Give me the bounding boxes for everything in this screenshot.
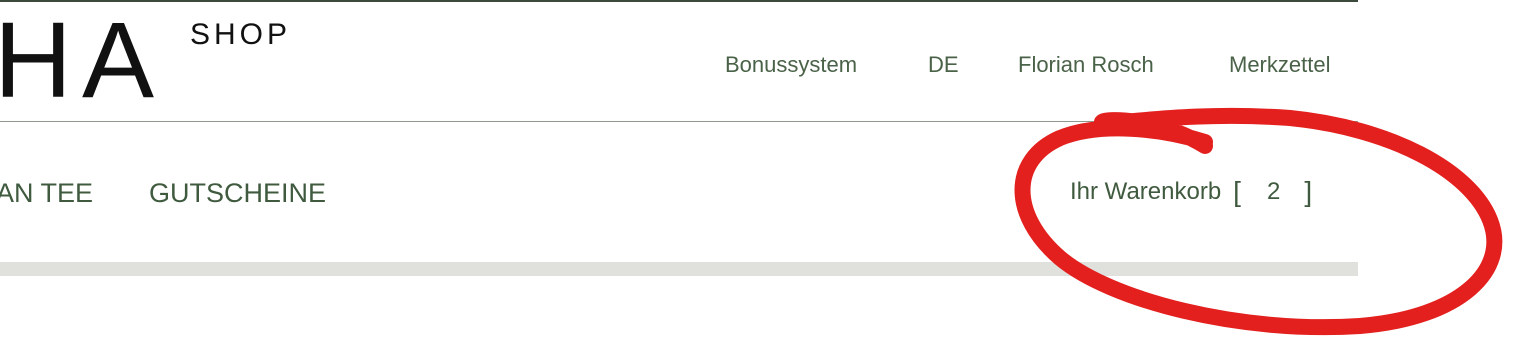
nav-item-vouchers[interactable]: GUTSCHEINE [149,178,326,209]
nav-item-tea[interactable]: AN TEE [0,178,93,209]
language-selector[interactable]: DE [928,52,959,78]
logo-shop-label: SHOP [190,18,292,51]
user-account-link[interactable]: Florian Rosch [1018,52,1154,78]
header-top-border [0,0,1358,2]
header-divider [0,121,1358,122]
top-navigation: Bonussystem DE Florian Rosch Merkzettel [0,52,1358,82]
bonus-system-link[interactable]: Bonussystem [725,52,857,78]
wishlist-link[interactable]: Merkzettel [1229,52,1330,78]
cart-close-bracket: ] [1304,176,1313,207]
content-separator-bar [0,262,1358,276]
cart-label: Ihr Warenkorb [1070,178,1222,205]
cart-open-bracket: [ [1233,176,1241,207]
cart-count-badge: 2 [1266,178,1281,205]
cart-button[interactable]: Ihr Warenkorb [ 2 ] [1070,176,1312,208]
